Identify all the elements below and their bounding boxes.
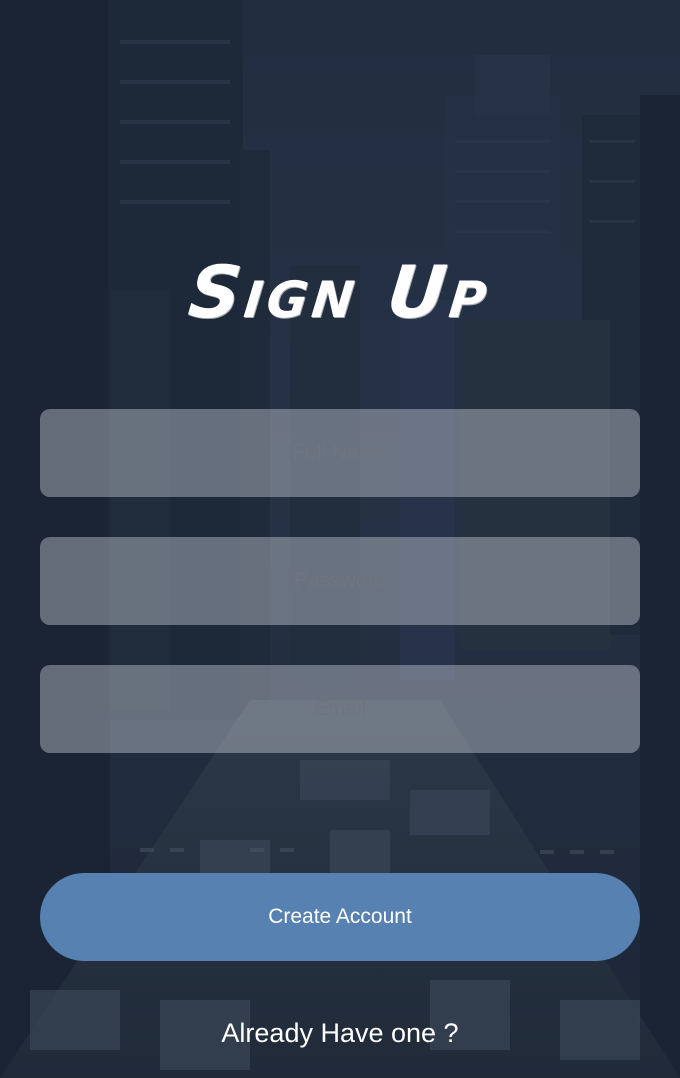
signup-screen: Sign Up Create Account Already Have one … <box>0 0 680 1078</box>
already-have-account-link[interactable]: Already Have one ? <box>0 1018 680 1049</box>
password-input[interactable] <box>40 537 640 625</box>
email-input[interactable] <box>40 665 640 753</box>
full-name-input[interactable] <box>40 409 640 497</box>
create-account-button[interactable]: Create Account <box>40 873 640 961</box>
page-title: Sign Up <box>184 250 496 334</box>
